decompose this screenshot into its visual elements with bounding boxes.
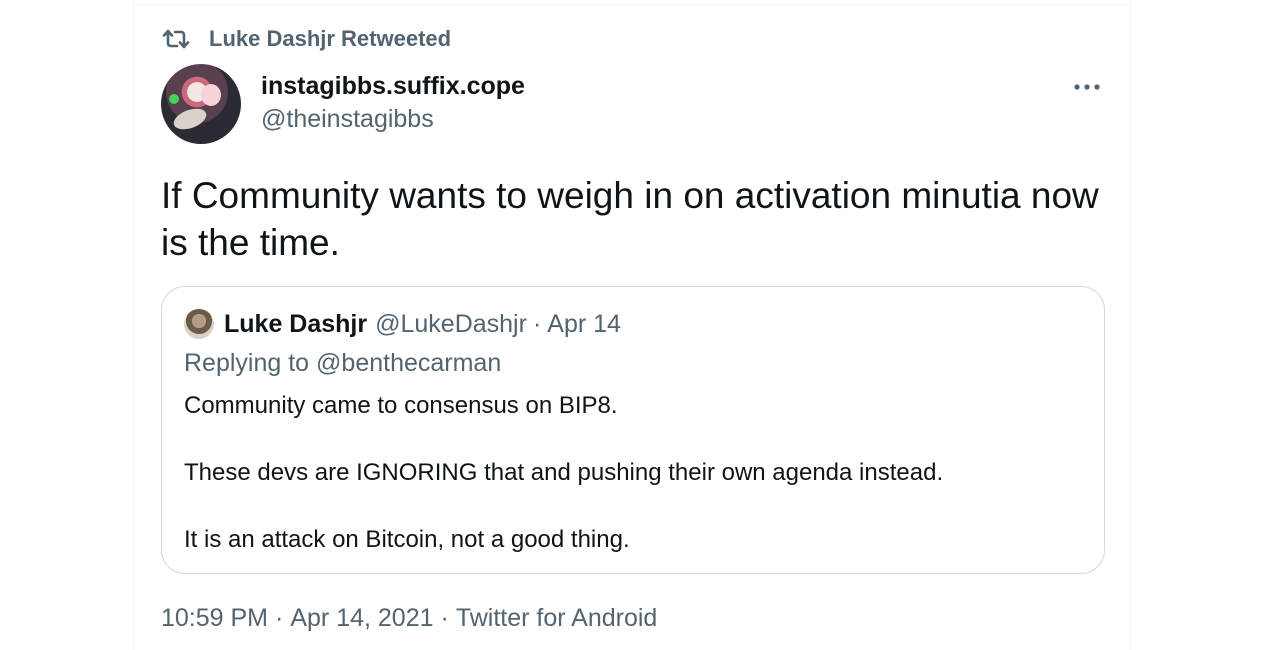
quoted-paragraph: It is an attack on Bitcoin, not a good t… [184,526,630,553]
quoted-tweet[interactable]: Luke Dashjr @LukeDashjr · Apr 14 Replyin… [161,286,1105,574]
replying-to: Replying to @benthecarman [184,349,501,378]
tweet-text-line: If Community wants to weigh in on activa… [161,175,1099,216]
tweet-source[interactable]: Twitter for Android [456,604,657,632]
tweet-text: If Community wants to weigh in on activa… [161,172,1121,266]
separator-dot: · [275,604,284,632]
tweet-time[interactable]: 10:59 PM [161,604,268,632]
quoted-author-name[interactable]: Luke Dashjr [224,310,367,339]
quoted-paragraph: These devs are IGNORING that and pushing… [184,459,944,486]
more-options-button[interactable] [1072,72,1102,102]
replying-label: Replying to [184,349,310,377]
top-divider [134,4,1130,5]
quoted-paragraph: Community came to consensus on BIP8. [184,392,618,419]
author-handle[interactable]: @theinstagibbs [261,102,525,136]
retweet-label: Luke Dashjr Retweeted [209,26,452,51]
more-horizontal-icon [1074,78,1100,96]
author-display-name[interactable]: instagibbs.suffix.cope [261,70,525,102]
author-avatar[interactable] [161,64,241,144]
tweet-column: Luke Dashjr Retweeted instagibbs.suffix.… [133,0,1131,650]
quoted-author-avatar[interactable] [184,309,214,339]
retweet-context[interactable]: Luke Dashjr Retweeted [161,24,451,54]
avatar-detail [169,94,179,104]
separator-dot: · [532,309,542,338]
page: Luke Dashjr Retweeted instagibbs.suffix.… [0,0,1280,650]
quoted-tweet-date[interactable]: Apr 14 [547,310,621,339]
tweet-date[interactable]: Apr 14, 2021 [290,604,433,632]
tweet-metadata: 10:59 PM · Apr 14, 2021 · Twitter for Androi… [161,604,657,633]
separator-dot: · [440,604,449,632]
quoted-author-handle[interactable]: @LukeDashjr [375,310,527,339]
avatar-detail [170,104,210,134]
tweet-text-line: is the time. [161,222,340,263]
quoted-tweet-body: Community came to consensus on BIP8. The… [184,391,1084,592]
avatar-detail [201,84,221,106]
author-info[interactable]: instagibbs.suffix.cope @theinstagibbs [261,70,525,136]
replying-mention[interactable]: @benthecarman [316,349,501,377]
retweet-icon [161,24,191,54]
quoted-tweet-header: Luke Dashjr @LukeDashjr · Apr 14 [184,309,621,339]
